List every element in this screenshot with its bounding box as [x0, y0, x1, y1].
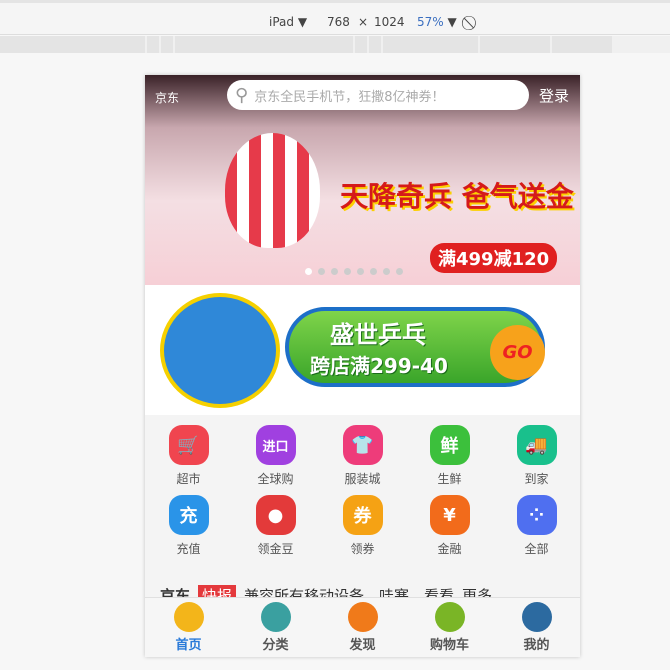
header: 京东 ⚲ 京东全民手机节，狂撒8亿神券！ 登录 [145, 75, 580, 115]
category-icon: ● [255, 495, 296, 535]
tab-icon [173, 602, 204, 632]
height-field[interactable]: 1024 [374, 15, 405, 29]
category-icon: ¥ [429, 495, 470, 535]
device-select[interactable]: iPad ▼ [269, 15, 307, 29]
fans-illustration [160, 293, 280, 408]
balloon-image [225, 133, 320, 248]
tab-item[interactable]: 我的 [493, 598, 580, 657]
devtools-toolbar: iPad ▼ 768 × 1024 57% ▼ ⃠ [0, 0, 670, 35]
tab-item[interactable]: 首页 [145, 598, 232, 657]
media-query-bar[interactable] [0, 36, 670, 53]
category-icon: 🛒 [168, 425, 209, 465]
category-grid: 🛒 超市 进口 全球购 👕 服装城 鲜生鲜 🚚 到家充充值 ● 领金豆 券领券 ¥ 金融 ⁘ 全部 [145, 425, 580, 557]
category-label: 全球购 [257, 472, 294, 486]
banner-offer: 满499减120 [430, 243, 558, 273]
ad-subtitle: 跨店满299-40 [310, 354, 448, 378]
search-placeholder: 京东全民手机节，狂撒8亿神券！ [254, 89, 445, 105]
category-item[interactable]: 👕 服装城 [319, 425, 406, 487]
category-icon: 👕 [342, 425, 383, 465]
category-item[interactable]: 进口 全球购 [232, 425, 319, 487]
category-icon: 充 [168, 495, 209, 535]
login-link[interactable]: 登录 [539, 85, 569, 106]
category-item[interactable]: ⁘ 全部 [493, 495, 580, 557]
category-icon: 券 [342, 495, 383, 535]
times-sign: × [358, 15, 369, 29]
category-icon: 🚚 [516, 425, 557, 465]
zoom-value: 57% [417, 15, 444, 29]
tab-label: 首页 [175, 638, 202, 653]
category-label: 服装城 [344, 472, 381, 486]
tab-icon [347, 602, 378, 632]
carousel-dots[interactable] [305, 268, 403, 275]
search-icon: ⚲ [235, 84, 249, 106]
width-field[interactable]: 768 [327, 15, 350, 29]
category-item[interactable]: 券领券 [319, 495, 406, 557]
category-item[interactable]: ¥ 金融 [406, 495, 493, 557]
tab-item[interactable]: 发现 [319, 598, 406, 657]
ad-title: 盛世乒乓 [330, 321, 426, 349]
banner-title: 天降奇兵 爸气送金 [340, 180, 574, 213]
category-label: 领金豆 [257, 542, 294, 556]
tab-item[interactable]: 分类 [232, 598, 319, 657]
category-label: 充值 [176, 542, 201, 556]
category-icon: 进口 [255, 425, 296, 465]
category-label: 全部 [524, 542, 549, 556]
tab-icon [521, 602, 552, 632]
category-label: 生鲜 [437, 472, 462, 486]
tab-icon [434, 602, 465, 632]
logo-cn: 京东 [155, 90, 180, 105]
category-label: 到家 [524, 472, 549, 486]
tab-label: 我的 [523, 638, 550, 653]
category-icon: 鲜 [429, 425, 470, 465]
tab-label: 购物车 [429, 638, 469, 653]
tab-bar: 首页 分类 发现 购物车 我的 [145, 597, 580, 657]
tab-label: 分类 [262, 638, 289, 653]
category-item[interactable]: 鲜生鲜 [406, 425, 493, 487]
tab-item[interactable]: 购物车 [406, 598, 493, 657]
category-label: 领券 [350, 542, 375, 556]
promo-ad[interactable]: 盛世乒乓 跨店满299-40 GO [145, 285, 580, 415]
category-label: 超市 [176, 472, 201, 486]
device-name: iPad [269, 15, 295, 29]
category-label: 金融 [437, 542, 462, 556]
category-item[interactable]: 充充值 [145, 495, 232, 557]
category-item[interactable]: 🚚 到家 [493, 425, 580, 487]
category-icon: ⁘ [516, 495, 557, 535]
tab-icon [260, 602, 291, 632]
jd-logo[interactable]: 京东 [155, 83, 227, 108]
category-item[interactable]: 🛒 超市 [145, 425, 232, 487]
go-button[interactable]: GO [490, 325, 545, 380]
category-item[interactable]: ● 领金豆 [232, 495, 319, 557]
search-input[interactable]: ⚲ 京东全民手机节，狂撒8亿神券！ [227, 80, 529, 110]
phone-viewport: 天降奇兵 爸气送金 满499减120 京东 ⚲ 京东全民手机节，狂撒8亿神券！ … [145, 75, 580, 657]
zoom-select[interactable]: 57% ▼ [417, 15, 457, 29]
tab-label: 发现 [349, 638, 376, 653]
